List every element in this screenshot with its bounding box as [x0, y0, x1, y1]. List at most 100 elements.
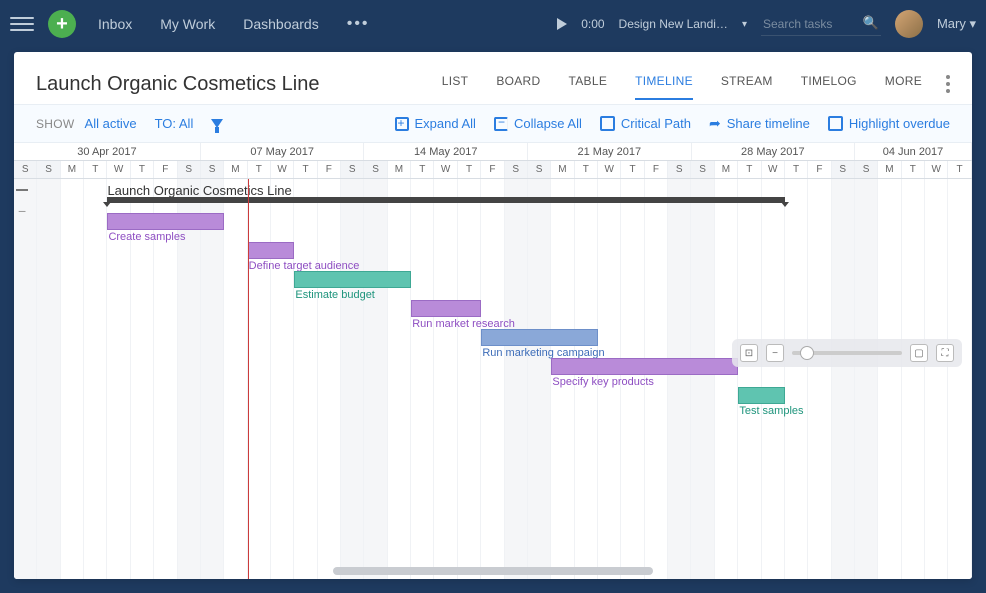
day-label: M — [878, 161, 901, 178]
day-label: W — [434, 161, 457, 178]
collapse-all-button[interactable]: Collapse All — [494, 116, 582, 131]
checkbox-icon — [828, 116, 843, 131]
task-label: Create samples — [108, 231, 185, 243]
nav-more-icon[interactable]: ••• — [347, 15, 370, 33]
task-label: Test samples — [739, 405, 803, 417]
day-label: M — [551, 161, 574, 178]
task-bar[interactable]: Specify key products — [551, 358, 738, 375]
tab-list[interactable]: LIST — [442, 68, 469, 100]
tab-table[interactable]: TABLE — [569, 68, 608, 100]
day-label: S — [37, 161, 60, 178]
day-label: T — [948, 161, 971, 178]
day-label: T — [294, 161, 317, 178]
timer-chevron-down-icon[interactable]: ▾ — [742, 19, 747, 30]
nav-inbox[interactable]: Inbox — [98, 16, 132, 32]
today-marker — [248, 179, 249, 579]
day-label: S — [505, 161, 528, 178]
task-label: Estimate budget — [295, 289, 375, 301]
filter-all-active[interactable]: All active — [85, 116, 137, 131]
day-label: F — [808, 161, 831, 178]
task-bar[interactable]: Estimate budget — [294, 271, 411, 288]
day-label: S — [364, 161, 387, 178]
day-label: T — [411, 161, 434, 178]
topbar: + Inbox My Work Dashboards ••• 0:00 Desi… — [0, 0, 986, 48]
day-label: W — [762, 161, 785, 178]
task-bar[interactable]: Create samples — [107, 213, 224, 230]
nav-dashboards[interactable]: Dashboards — [243, 16, 319, 32]
tab-stream[interactable]: STREAM — [721, 68, 773, 100]
tab-timeline[interactable]: TIMELINE — [635, 68, 693, 100]
tab-timelog[interactable]: TIMELOG — [801, 68, 857, 100]
filter-icon[interactable] — [211, 119, 223, 128]
day-label: T — [621, 161, 644, 178]
summary-bar[interactable] — [107, 197, 785, 203]
day-label: S — [14, 161, 37, 178]
nav-mywork[interactable]: My Work — [160, 16, 215, 32]
zoom-handle[interactable] — [800, 346, 814, 360]
card-more-icon[interactable] — [946, 75, 950, 93]
task-bar[interactable]: Run market research — [411, 300, 481, 317]
critical-path-toggle[interactable]: Critical Path — [600, 116, 691, 131]
search-icon[interactable]: 🔍 — [863, 15, 879, 31]
day-label: S — [528, 161, 551, 178]
task-bar[interactable]: Test samples — [738, 387, 785, 404]
tab-board[interactable]: BOARD — [496, 68, 540, 100]
day-label: F — [645, 161, 668, 178]
zoom-control: ⊡ − ▢ ⛶ — [732, 339, 962, 367]
task-bar[interactable]: Run marketing campaign — [481, 329, 598, 346]
share-icon: ➦ — [709, 115, 721, 132]
expand-icon — [395, 117, 409, 131]
search-wrap: 🔍 — [761, 13, 881, 36]
zoom-out-icon[interactable]: − — [766, 344, 784, 362]
timer-task[interactable]: Design New Landi… — [619, 17, 728, 31]
menu-icon[interactable] — [10, 12, 34, 36]
day-label: S — [178, 161, 201, 178]
week-label: 28 May 2017 — [692, 143, 856, 160]
day-label: T — [131, 161, 154, 178]
tab-more[interactable]: MORE — [885, 68, 922, 100]
day-label: W — [271, 161, 294, 178]
gantt-body[interactable]: − Launch Organic Cosmetics LineCreate sa… — [14, 179, 972, 579]
date-header-row: 30 Apr 201707 May 201714 May 201721 May … — [14, 143, 972, 161]
week-label: 04 Jun 2017 — [855, 143, 972, 160]
username[interactable]: Mary ▾ — [937, 16, 976, 32]
day-label: T — [738, 161, 761, 178]
collapse-group-icon[interactable]: − — [18, 203, 26, 219]
day-label: S — [691, 161, 714, 178]
expand-all-button[interactable]: Expand All — [395, 116, 476, 131]
week-label: 14 May 2017 — [364, 143, 528, 160]
day-label: M — [224, 161, 247, 178]
zoom-full-icon[interactable]: ⛶ — [936, 344, 954, 362]
card-header: Launch Organic Cosmetics Line LIST BOARD… — [14, 52, 972, 104]
day-label: T — [902, 161, 925, 178]
day-label: T — [248, 161, 271, 178]
show-label: SHOW — [36, 117, 75, 131]
left-edge-marker — [16, 189, 28, 191]
share-timeline-button[interactable]: ➦Share timeline — [709, 115, 810, 132]
day-label: S — [855, 161, 878, 178]
timer-time: 0:00 — [581, 17, 604, 31]
day-label: T — [575, 161, 598, 178]
task-bar[interactable]: Define target audience — [248, 242, 295, 259]
zoom-slider[interactable] — [792, 351, 902, 355]
task-label: Specify key products — [552, 376, 654, 388]
highlight-overdue-toggle[interactable]: Highlight overdue — [828, 116, 950, 131]
timer-play-icon[interactable] — [557, 18, 567, 30]
week-label: 30 Apr 2017 — [14, 143, 201, 160]
day-label: S — [832, 161, 855, 178]
day-label: W — [598, 161, 621, 178]
zoom-day-icon[interactable]: ▢ — [910, 344, 928, 362]
view-tabs: LIST BOARD TABLE TIMELINE STREAM TIMELOG… — [442, 68, 922, 100]
horizontal-scrollbar[interactable] — [333, 567, 653, 575]
filter-to-all[interactable]: TO: All — [155, 116, 194, 131]
day-label: M — [715, 161, 738, 178]
toolbar: SHOW All active TO: All Expand All Colla… — [14, 104, 972, 143]
day-label: S — [201, 161, 224, 178]
day-label: S — [341, 161, 364, 178]
avatar[interactable] — [895, 10, 923, 38]
zoom-fit-icon[interactable]: ⊡ — [740, 344, 758, 362]
day-label: M — [61, 161, 84, 178]
day-label: T — [785, 161, 808, 178]
collapse-icon — [494, 117, 508, 131]
add-button[interactable]: + — [48, 10, 76, 38]
